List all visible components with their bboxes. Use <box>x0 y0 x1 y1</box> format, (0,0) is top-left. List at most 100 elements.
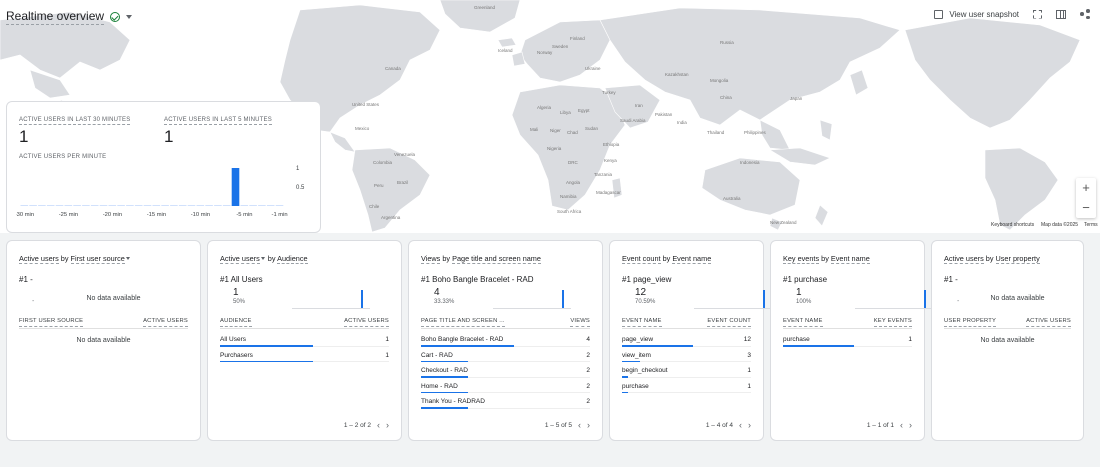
top-item: #1 All Users <box>220 275 263 284</box>
row-value: 1 <box>908 336 912 344</box>
card-title: Key events by Event name <box>783 254 870 264</box>
no-data-message: No data available <box>980 337 1035 344</box>
column-header-dimension[interactable]: FIRST USER SOURCE <box>19 317 84 327</box>
map-label: Iceland <box>498 48 513 53</box>
row-label: All Users <box>220 336 247 344</box>
column-header-metric[interactable]: KEY EVENTS <box>873 317 912 327</box>
map-label: United States <box>352 102 380 107</box>
metric-name[interactable]: Active users <box>19 254 59 264</box>
x-tick-label: -25 min <box>59 212 78 218</box>
minute-bar-empty <box>170 205 178 206</box>
zoom-in-button[interactable]: + <box>1082 180 1090 196</box>
column-header-metric[interactable]: ACTIVE USERS <box>344 317 389 327</box>
row-track <box>622 361 751 362</box>
row-value: 2 <box>586 351 590 359</box>
map-label: Nigeria <box>547 146 562 151</box>
table-row[interactable]: Cart - RAD 2 <box>421 348 590 364</box>
table-header: FIRST USER SOURCE ACTIVE USERS <box>19 317 188 327</box>
compare-icon[interactable] <box>1056 9 1066 19</box>
map-label: Canada <box>385 66 401 71</box>
top-item: #1 - <box>944 275 958 284</box>
keyboard-shortcuts-link[interactable]: Keyboard shortcuts <box>991 222 1034 228</box>
terms-link[interactable]: Terms <box>1084 222 1098 228</box>
metric-name[interactable]: Active users <box>944 254 984 264</box>
dimension-name[interactable]: Event name <box>830 254 870 264</box>
table-row[interactable]: Boho Bangle Bracelet - RAD 4 <box>421 332 590 348</box>
dimension-name[interactable]: Event name <box>672 254 712 264</box>
chevron-right-icon[interactable]: › <box>386 421 389 430</box>
row-share-bar <box>421 376 469 378</box>
row-label: purchase <box>622 382 649 390</box>
dimension-name[interactable]: Audience <box>277 254 308 264</box>
column-header-dimension[interactable]: EVENT NAME <box>622 317 662 327</box>
y-tick-label: 0.5 <box>296 185 305 191</box>
chevron-left-icon[interactable]: ‹ <box>739 421 742 430</box>
dimension-name[interactable]: User property <box>995 254 1040 264</box>
table-row[interactable]: purchase 1 <box>783 332 912 348</box>
column-header-dimension[interactable]: EVENT NAME <box>783 317 823 327</box>
chevron-left-icon[interactable]: ‹ <box>900 421 903 430</box>
sparkline-bar <box>360 290 363 308</box>
table-row[interactable]: Purchasers 1 <box>220 348 389 364</box>
column-header-metric[interactable]: ACTIVE USERS <box>1026 317 1071 327</box>
breakdown-card: Views by Page title and screen name #1 B… <box>408 240 603 441</box>
active-users-30-label[interactable]: ACTIVE USERS IN LAST 30 MINUTES <box>19 116 131 125</box>
map-label: Greenland <box>474 5 496 10</box>
table-row[interactable]: All Users 1 <box>220 332 389 348</box>
column-header-metric[interactable]: VIEWS <box>570 317 590 327</box>
title-connector: by <box>660 254 673 263</box>
active-users-5-label[interactable]: ACTIVE USERS IN LAST 5 MINUTES <box>164 116 272 125</box>
minute-bar[interactable] <box>231 168 240 206</box>
map-label: Namibia <box>560 194 577 199</box>
column-header-dimension[interactable]: AUDIENCE <box>220 317 252 327</box>
table-body: purchase 1 <box>783 332 912 348</box>
chevron-right-icon[interactable]: › <box>587 421 590 430</box>
table-row[interactable]: view_item 3 <box>622 348 751 364</box>
metric-name[interactable]: Key events <box>783 254 820 264</box>
active-users-per-minute-label: ACTIVE USERS PER MINUTE <box>19 154 107 160</box>
table-body: All Users 1 Purchasers 1 <box>220 332 389 363</box>
breakdown-card: Event count by Event name #1 page_view 12… <box>609 240 772 441</box>
table-body: page_view 12 view_item 3 begin_checkout … <box>622 332 751 394</box>
map-label: Argentina <box>381 215 401 220</box>
map-label: Niger <box>550 128 561 133</box>
table-row[interactable]: begin_checkout 1 <box>622 363 751 379</box>
row-label: Boho Bangle Bracelet - RAD <box>421 336 504 344</box>
metric-dropdown-icon[interactable] <box>260 257 265 261</box>
snapshot-icon <box>934 9 944 19</box>
chevron-right-icon[interactable]: › <box>748 421 751 430</box>
table-row[interactable]: Thank You - RADRAD 2 <box>421 394 590 410</box>
breakdown-card: Active users by User property #1 -- No d… <box>931 240 1084 441</box>
fullscreen-icon[interactable] <box>1033 10 1042 19</box>
chevron-left-icon[interactable]: ‹ <box>377 421 380 430</box>
card-title: Views by Page title and screen name <box>421 254 541 264</box>
share-icon[interactable] <box>1080 9 1090 19</box>
metric-name[interactable]: Active users <box>220 254 260 264</box>
dimension-name[interactable]: Page title and screen name <box>452 254 541 264</box>
table-row[interactable]: Checkout - RAD 2 <box>421 363 590 379</box>
table-header: PAGE TITLE AND SCREEN ... VIEWS <box>421 317 590 327</box>
view-user-snapshot-label: View user snapshot <box>949 9 1019 19</box>
zoom-out-button[interactable]: − <box>1082 200 1090 216</box>
map-label: Madagascar <box>596 190 621 195</box>
title-dropdown-icon[interactable] <box>126 15 133 19</box>
column-header-dimension[interactable]: PAGE TITLE AND SCREEN ... <box>421 317 505 327</box>
card-title: Active users by First user source <box>19 254 131 264</box>
row-share-bar <box>421 391 469 393</box>
dimension-name[interactable]: First user source <box>70 254 125 264</box>
metric-name[interactable]: Event count <box>622 254 661 264</box>
row-label: begin_checkout <box>622 367 668 375</box>
view-user-snapshot-button[interactable]: View user snapshot <box>934 9 1019 19</box>
dimension-dropdown-icon[interactable] <box>125 257 130 261</box>
minute-bar-empty <box>205 205 213 206</box>
map-label: Tanzania <box>594 172 613 177</box>
table-row[interactable]: purchase 1 <box>622 379 751 395</box>
column-header-metric[interactable]: ACTIVE USERS <box>143 317 188 327</box>
chevron-right-icon[interactable]: › <box>909 421 912 430</box>
metric-name[interactable]: Views <box>421 254 441 264</box>
column-header-metric[interactable]: EVENT COUNT <box>707 317 751 327</box>
table-row[interactable]: page_view 12 <box>622 332 751 348</box>
chevron-left-icon[interactable]: ‹ <box>578 421 581 430</box>
table-row[interactable]: Home - RAD 2 <box>421 379 590 395</box>
column-header-dimension[interactable]: USER PROPERTY <box>944 317 997 327</box>
